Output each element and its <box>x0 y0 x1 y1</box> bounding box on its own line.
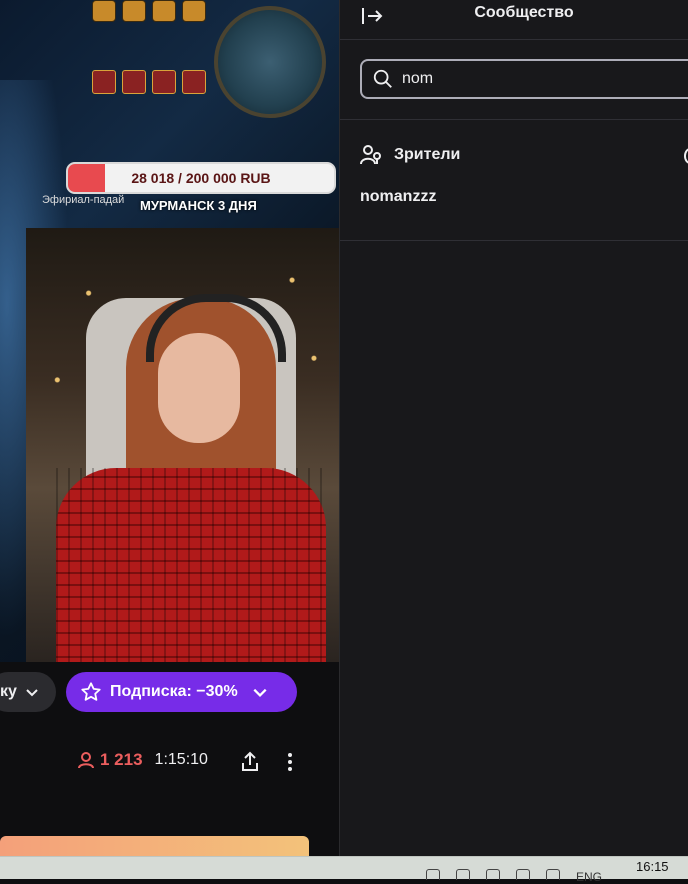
stream-stats: 1 213 1:15:10 <box>76 750 208 770</box>
viewers-section-header: Зрители <box>360 144 460 166</box>
game-hud-debuffs <box>92 70 206 94</box>
donation-goal-bar: 28 018 / 200 000 RUB <box>66 162 336 194</box>
buff-icon <box>182 0 206 22</box>
person-icon <box>78 752 94 769</box>
taskbar: ENG 16:15 <box>0 856 688 884</box>
viewers-icon <box>360 145 381 165</box>
follow-dropdown-button[interactable]: ку <box>0 672 56 712</box>
clock[interactable]: 16:15 <box>636 859 669 874</box>
webcam-feed <box>26 228 339 662</box>
video-player[interactable]: Эфириал-падай 28 018 / 200 000 RUB МУРМА… <box>0 0 339 662</box>
follow-dropdown-label: ку <box>0 683 17 700</box>
buff-icon <box>122 0 146 22</box>
stream-uptime: 1:15:10 <box>154 751 208 768</box>
debuff-icon <box>92 70 116 94</box>
battery-icon[interactable] <box>486 869 500 880</box>
stream-area: Эфириал-падай 28 018 / 200 000 RUB МУРМА… <box>0 0 339 878</box>
viewers-section-label: Зрители <box>394 146 461 163</box>
viewer-count: 1 213 <box>76 750 143 770</box>
game-hud-buffs <box>92 0 206 22</box>
buff-icon <box>92 0 116 22</box>
language-indicator[interactable]: ENG <box>576 870 602 884</box>
star-icon <box>81 682 101 701</box>
search-icon <box>373 69 392 88</box>
chevron-down-icon <box>253 688 267 698</box>
donation-goal-text: 28 018 / 200 000 RUB <box>131 170 271 186</box>
network-icon[interactable] <box>456 869 470 880</box>
viewer-list-item[interactable]: nomanzzz <box>360 188 436 206</box>
search-box[interactable] <box>360 59 688 99</box>
more-options-icon[interactable] <box>278 750 302 774</box>
community-panel: Сообщество Зрители nomanzzz <box>339 0 688 878</box>
subscribe-button[interactable]: Подписка: −30% <box>66 672 297 712</box>
panel-header: Сообщество <box>340 0 688 40</box>
overlay-city-text: МУРМАНСК 3 ДНЯ <box>140 198 257 213</box>
debuff-icon <box>122 70 146 94</box>
chevron-down-icon <box>26 689 38 697</box>
volume-icon[interactable] <box>546 869 560 880</box>
panel-title: Сообщество <box>474 4 574 21</box>
divider <box>340 240 688 241</box>
game-minimap <box>214 6 326 118</box>
wifi-icon[interactable] <box>516 869 530 880</box>
share-icon[interactable] <box>238 750 262 774</box>
subscribe-label: Подписка: −30% <box>110 683 238 700</box>
debuff-icon <box>152 70 176 94</box>
plaid-shirt <box>56 468 326 662</box>
overlay-quest-text: Эфириал-падай <box>42 194 125 206</box>
divider <box>340 119 688 120</box>
buff-icon <box>152 0 176 22</box>
tray-icon[interactable] <box>426 869 440 880</box>
section-collapse-icon[interactable] <box>684 148 688 164</box>
viewer-count-value: 1 213 <box>100 750 143 769</box>
debuff-icon <box>182 70 206 94</box>
search-input[interactable] <box>400 69 684 89</box>
